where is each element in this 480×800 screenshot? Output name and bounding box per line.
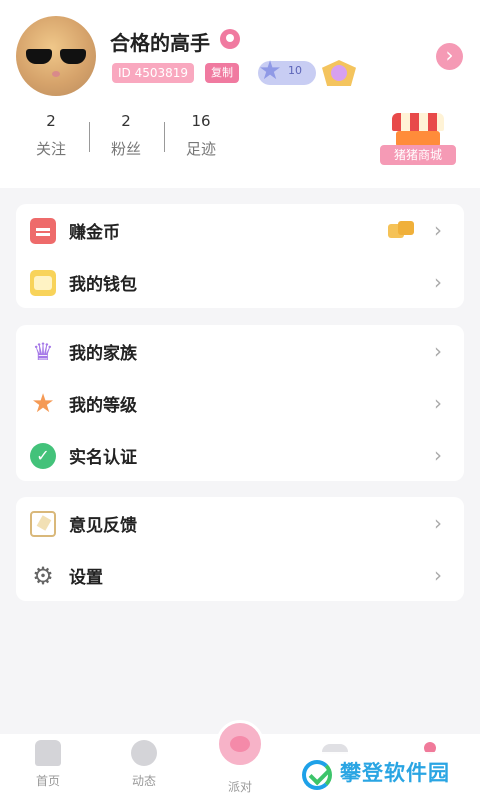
- medal-core-shape: [331, 65, 347, 81]
- menu-card-account: ♛ 我的家族 › ★ 我的等级 › ✓ 实名认证 ›: [16, 325, 464, 481]
- level-number: 10: [288, 64, 302, 77]
- stat-footprints[interactable]: 16 足迹: [166, 112, 236, 159]
- level-badge[interactable]: ★ 10: [258, 57, 316, 85]
- avatar[interactable]: [16, 16, 96, 96]
- tab-feed[interactable]: 动态: [114, 740, 174, 789]
- user-id-badge: ID 4503819: [112, 63, 195, 83]
- pen-note-icon: [30, 511, 56, 537]
- watermark-logo-icon: [300, 754, 336, 790]
- copy-id-button[interactable]: 复制: [205, 63, 239, 83]
- location-pin-icon[interactable]: [220, 29, 240, 49]
- stat-followers-value: 2: [121, 112, 131, 130]
- stat-following-label: 关注: [35, 140, 66, 158]
- menu-item-label: 赚金币: [69, 223, 120, 243]
- menu-item-earn-coins[interactable]: 赚金币 ›: [16, 204, 464, 256]
- stat-footprints-label: 足迹: [185, 140, 216, 158]
- stat-divider: [89, 122, 90, 152]
- chevron-right-icon: ›: [434, 270, 442, 294]
- chevron-right-icon: ›: [434, 218, 442, 242]
- gear-icon: ⚙: [32, 562, 54, 590]
- tab-home[interactable]: 首页: [18, 740, 78, 789]
- shop-stall-icon: [392, 113, 444, 131]
- stat-following-value: 2: [46, 112, 56, 130]
- cat-nose-graphic: [52, 71, 60, 77]
- star-level-icon: ★: [258, 56, 282, 86]
- menu-item-label: 我的等级: [69, 396, 137, 416]
- menu-card-misc: 意见反馈 › ⚙ 设置 ›: [16, 497, 464, 601]
- stat-divider: [164, 122, 165, 152]
- coin-purse-icon: [30, 218, 56, 244]
- menu-item-label: 意见反馈: [69, 516, 137, 536]
- home-icon: [35, 740, 61, 766]
- stat-followers[interactable]: 2 粉丝: [91, 112, 161, 159]
- watermark-text: 攀登软件园: [340, 761, 450, 785]
- chevron-right-icon: ›: [434, 443, 442, 467]
- stat-footprints-value: 16: [191, 112, 211, 130]
- profile-detail-chevron-icon[interactable]: ›: [436, 43, 463, 70]
- shop-entry[interactable]: 猪猪商城: [380, 107, 456, 167]
- star-icon: ★: [31, 389, 55, 419]
- chevron-right-icon: ›: [434, 339, 442, 363]
- menu-item-level[interactable]: ★ 我的等级 ›: [16, 377, 464, 429]
- menu-item-settings[interactable]: ⚙ 设置 ›: [16, 549, 464, 601]
- crown-icon: ♛: [32, 338, 54, 366]
- menu-card-wallet: 赚金币 › 我的钱包 ›: [16, 204, 464, 308]
- tab-feed-label: 动态: [131, 774, 156, 788]
- gold-coins-icon: [388, 221, 414, 239]
- menu-item-feedback[interactable]: 意见反馈 ›: [16, 497, 464, 549]
- menu-item-label: 我的家族: [69, 344, 137, 364]
- pig-party-icon[interactable]: [216, 720, 264, 768]
- winged-medal-icon[interactable]: [322, 56, 356, 88]
- menu-item-label: 设置: [69, 568, 103, 588]
- stat-following[interactable]: 2 关注: [16, 112, 86, 159]
- profile-header: 合格的高手 ID 4503819 复制 ★ 10 › 2 关注 2 粉丝 16 …: [0, 0, 480, 188]
- check-circle-icon: ✓: [30, 443, 56, 469]
- stat-followers-label: 粉丝: [110, 140, 141, 158]
- chevron-right-icon: ›: [434, 563, 442, 587]
- chevron-right-icon: ›: [434, 511, 442, 535]
- shop-label: 猪猪商城: [380, 145, 456, 165]
- menu-item-family[interactable]: ♛ 我的家族 ›: [16, 325, 464, 377]
- tab-party-label[interactable]: 派对: [210, 778, 270, 795]
- wallet-icon: [30, 270, 56, 296]
- username: 合格的高手: [110, 31, 210, 55]
- watermark: 攀登软件园: [296, 752, 476, 792]
- sunglasses-graphic: [26, 49, 86, 65]
- menu-item-verify[interactable]: ✓ 实名认证 ›: [16, 429, 464, 481]
- menu-item-label: 我的钱包: [69, 275, 137, 295]
- tab-home-label: 首页: [35, 774, 60, 788]
- chevron-right-icon: ›: [434, 391, 442, 415]
- heart-icon: [131, 740, 157, 766]
- menu-item-wallet[interactable]: 我的钱包 ›: [16, 256, 464, 308]
- menu-item-label: 实名认证: [69, 448, 137, 468]
